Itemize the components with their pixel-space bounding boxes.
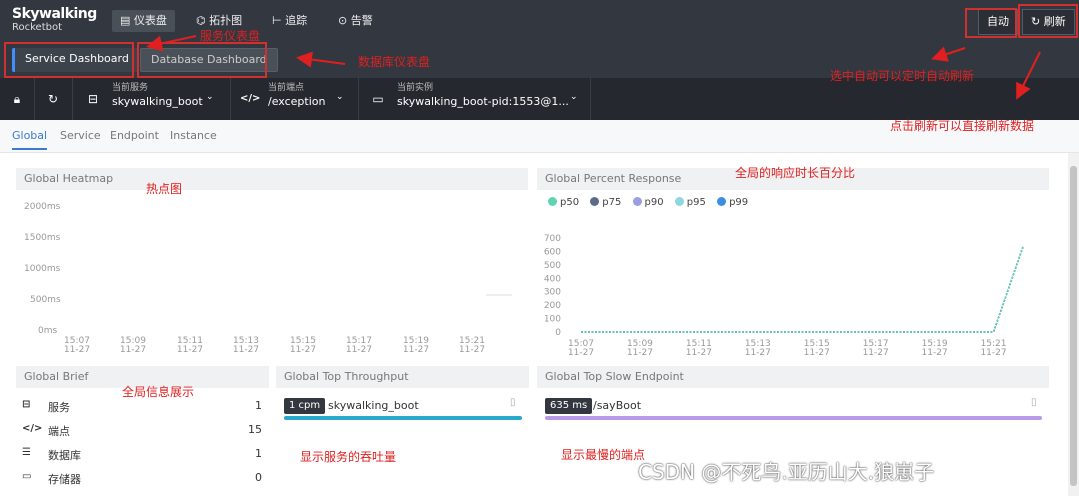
arrow: [1016, 51, 1041, 100]
annotation-auto-tip: 选中自动可以定时自动刷新: [830, 69, 975, 83]
annotation-refresh-tip: 点击刷新可以直接刷新数据: [890, 119, 1035, 133]
arrow: [931, 46, 966, 62]
annotation-brief: 全局信息展示: [122, 385, 195, 399]
arrow: [296, 51, 346, 68]
watermark: CSDN @不死鸟.亚历山大.狼崽子: [638, 460, 935, 484]
annotation-slow: 显示最慢的端点: [561, 448, 646, 462]
annotation-heatmap: 热点图: [146, 182, 183, 196]
annotation-db-dashboard: 数据库仪表盘: [358, 55, 431, 69]
annotation-service-dashboard: 服务仪表盘: [200, 29, 261, 43]
annotation-percent: 全局的响应时长百分比: [735, 166, 856, 180]
annotation-throughput: 显示服务的吞吐量: [300, 450, 397, 464]
arrow: [146, 35, 197, 52]
